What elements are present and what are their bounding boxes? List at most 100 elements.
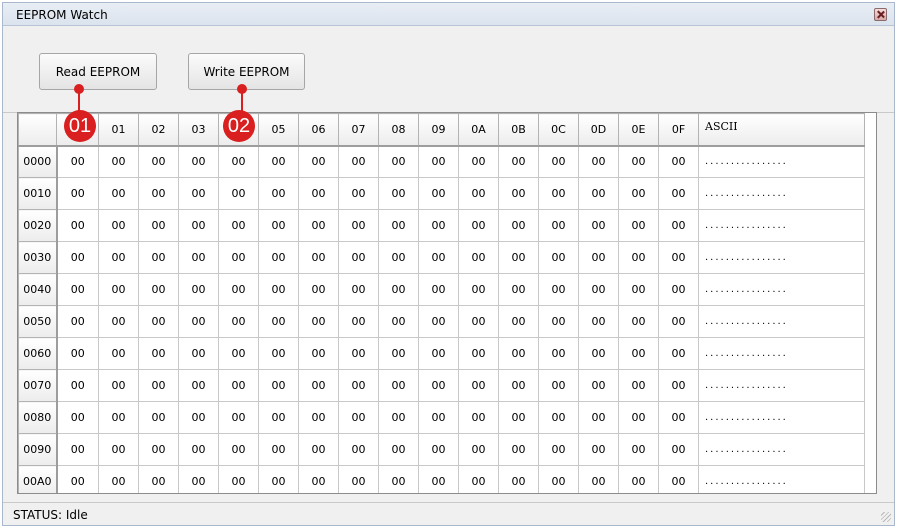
byte-cell[interactable]: 00 bbox=[56, 241, 99, 274]
row-address-header[interactable]: 0030 bbox=[18, 241, 58, 274]
byte-cell[interactable]: 00 bbox=[378, 465, 419, 493]
byte-cell[interactable]: 00 bbox=[458, 401, 499, 434]
byte-cell[interactable]: 00 bbox=[498, 177, 539, 210]
row-address-header[interactable]: 0060 bbox=[18, 337, 58, 370]
byte-column-header[interactable]: 0C bbox=[538, 113, 579, 147]
byte-column-header[interactable]: 09 bbox=[418, 113, 459, 147]
byte-cell[interactable]: 00 bbox=[258, 337, 299, 370]
byte-cell[interactable]: 00 bbox=[218, 305, 259, 338]
byte-cell[interactable]: 00 bbox=[298, 465, 339, 493]
byte-cell[interactable]: 00 bbox=[538, 369, 579, 402]
byte-cell[interactable]: 00 bbox=[298, 369, 339, 402]
byte-cell[interactable]: 00 bbox=[218, 433, 259, 466]
byte-column-header[interactable]: 03 bbox=[178, 113, 219, 147]
byte-cell[interactable]: 00 bbox=[378, 273, 419, 306]
byte-cell[interactable]: 00 bbox=[498, 145, 539, 178]
byte-cell[interactable]: 00 bbox=[498, 465, 539, 493]
byte-cell[interactable]: 00 bbox=[538, 273, 579, 306]
byte-cell[interactable]: 00 bbox=[178, 465, 219, 493]
byte-cell[interactable]: 00 bbox=[458, 273, 499, 306]
byte-cell[interactable]: 00 bbox=[258, 433, 299, 466]
byte-cell[interactable]: 00 bbox=[418, 273, 459, 306]
vertical-scrollbar[interactable] bbox=[876, 113, 877, 493]
byte-cell[interactable]: 00 bbox=[258, 305, 299, 338]
byte-cell[interactable]: 00 bbox=[178, 209, 219, 242]
byte-cell[interactable]: 00 bbox=[258, 369, 299, 402]
byte-cell[interactable]: 00 bbox=[578, 209, 619, 242]
byte-cell[interactable]: 00 bbox=[658, 177, 699, 210]
byte-cell[interactable]: 00 bbox=[458, 433, 499, 466]
byte-cell[interactable]: 00 bbox=[458, 209, 499, 242]
ascii-cell[interactable]: ................ bbox=[698, 177, 865, 210]
byte-cell[interactable]: 00 bbox=[338, 145, 379, 178]
byte-cell[interactable]: 00 bbox=[378, 241, 419, 274]
ascii-cell[interactable]: ................ bbox=[698, 273, 865, 306]
byte-cell[interactable]: 00 bbox=[538, 241, 579, 274]
byte-column-header[interactable]: 01 bbox=[98, 113, 139, 147]
row-address-header[interactable]: 0010 bbox=[18, 177, 58, 210]
byte-cell[interactable]: 00 bbox=[138, 177, 179, 210]
byte-cell[interactable]: 00 bbox=[218, 177, 259, 210]
row-address-header[interactable]: 0070 bbox=[18, 369, 58, 402]
byte-column-header[interactable]: 05 bbox=[258, 113, 299, 147]
byte-cell[interactable]: 00 bbox=[258, 273, 299, 306]
byte-cell[interactable]: 00 bbox=[658, 337, 699, 370]
byte-cell[interactable]: 00 bbox=[418, 305, 459, 338]
byte-cell[interactable]: 00 bbox=[578, 401, 619, 434]
byte-cell[interactable]: 00 bbox=[378, 145, 419, 178]
byte-cell[interactable]: 00 bbox=[138, 209, 179, 242]
byte-cell[interactable]: 00 bbox=[658, 241, 699, 274]
byte-column-header[interactable]: 07 bbox=[338, 113, 379, 147]
byte-cell[interactable]: 00 bbox=[98, 401, 139, 434]
byte-cell[interactable]: 00 bbox=[98, 305, 139, 338]
byte-cell[interactable]: 00 bbox=[578, 273, 619, 306]
byte-cell[interactable]: 00 bbox=[658, 273, 699, 306]
byte-cell[interactable]: 00 bbox=[418, 241, 459, 274]
byte-cell[interactable]: 00 bbox=[218, 337, 259, 370]
byte-cell[interactable]: 00 bbox=[498, 337, 539, 370]
byte-column-header[interactable]: 08 bbox=[378, 113, 419, 147]
byte-cell[interactable]: 00 bbox=[618, 145, 659, 178]
byte-cell[interactable]: 00 bbox=[618, 241, 659, 274]
byte-cell[interactable]: 00 bbox=[618, 369, 659, 402]
byte-cell[interactable]: 00 bbox=[378, 337, 419, 370]
byte-column-header[interactable]: 02 bbox=[138, 113, 179, 147]
byte-cell[interactable]: 00 bbox=[498, 369, 539, 402]
byte-cell[interactable]: 00 bbox=[56, 145, 99, 178]
byte-column-header[interactable]: 0D bbox=[578, 113, 619, 147]
byte-column-header[interactable]: 0F bbox=[658, 113, 699, 147]
byte-cell[interactable]: 00 bbox=[378, 209, 419, 242]
row-address-header[interactable]: 0090 bbox=[18, 433, 58, 466]
byte-cell[interactable]: 00 bbox=[658, 145, 699, 178]
ascii-cell[interactable]: ................ bbox=[698, 305, 865, 338]
byte-cell[interactable]: 00 bbox=[418, 209, 459, 242]
byte-cell[interactable]: 00 bbox=[338, 369, 379, 402]
byte-cell[interactable]: 00 bbox=[338, 209, 379, 242]
byte-cell[interactable]: 00 bbox=[378, 369, 419, 402]
byte-cell[interactable]: 00 bbox=[618, 177, 659, 210]
byte-cell[interactable]: 00 bbox=[578, 337, 619, 370]
row-address-header[interactable]: 0080 bbox=[18, 401, 58, 434]
byte-cell[interactable]: 00 bbox=[458, 465, 499, 493]
byte-cell[interactable]: 00 bbox=[138, 305, 179, 338]
byte-cell[interactable]: 00 bbox=[178, 145, 219, 178]
byte-cell[interactable]: 00 bbox=[658, 433, 699, 466]
byte-cell[interactable]: 00 bbox=[538, 209, 579, 242]
byte-cell[interactable]: 00 bbox=[498, 401, 539, 434]
byte-cell[interactable]: 00 bbox=[98, 273, 139, 306]
byte-cell[interactable]: 00 bbox=[418, 465, 459, 493]
byte-cell[interactable]: 00 bbox=[218, 401, 259, 434]
byte-cell[interactable]: 00 bbox=[56, 337, 99, 370]
byte-cell[interactable]: 00 bbox=[378, 401, 419, 434]
byte-cell[interactable]: 00 bbox=[178, 369, 219, 402]
byte-cell[interactable]: 00 bbox=[498, 305, 539, 338]
byte-cell[interactable]: 00 bbox=[618, 209, 659, 242]
byte-cell[interactable]: 00 bbox=[98, 465, 139, 493]
byte-cell[interactable]: 00 bbox=[418, 401, 459, 434]
byte-cell[interactable]: 00 bbox=[56, 433, 99, 466]
byte-cell[interactable]: 00 bbox=[498, 241, 539, 274]
ascii-cell[interactable]: ................ bbox=[698, 401, 865, 434]
byte-cell[interactable]: 00 bbox=[578, 145, 619, 178]
byte-cell[interactable]: 00 bbox=[56, 209, 99, 242]
byte-cell[interactable]: 00 bbox=[258, 465, 299, 493]
